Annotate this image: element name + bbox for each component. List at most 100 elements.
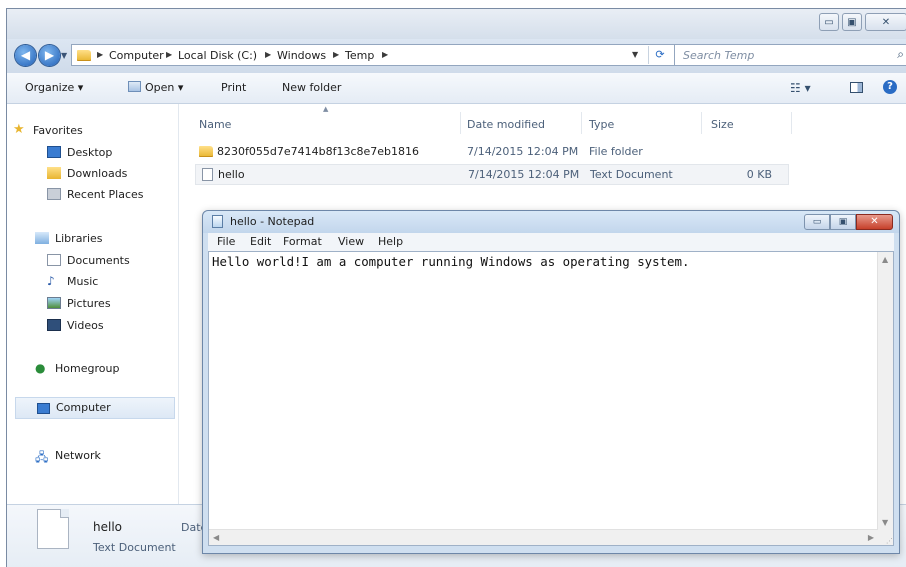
computer-icon bbox=[37, 403, 50, 414]
file-row[interactable]: hello 7/14/2015 12:04 PM Text Document 0… bbox=[195, 164, 789, 185]
breadcrumb-separator-icon[interactable]: ▶ bbox=[333, 50, 339, 59]
sidebar-item-computer[interactable]: Computer bbox=[15, 397, 175, 419]
column-divider[interactable] bbox=[791, 112, 792, 134]
homegroup-icon: ● bbox=[35, 361, 46, 375]
new-folder-button[interactable]: New folder bbox=[282, 81, 341, 94]
search-icon[interactable]: ⌕ bbox=[897, 47, 904, 62]
sidebar-item-label: Homegroup bbox=[55, 362, 120, 375]
sidebar-item-label: Pictures bbox=[67, 297, 111, 310]
pictures-icon bbox=[47, 297, 61, 309]
resize-grip-icon[interactable]: ⋰ bbox=[878, 530, 893, 545]
refresh-icon[interactable]: ⟳ bbox=[648, 46, 671, 64]
menu-file[interactable]: File bbox=[217, 235, 235, 248]
breadcrumb-separator-icon[interactable]: ▶ bbox=[382, 50, 388, 59]
notepad-text-area[interactable]: Hello world!I am a computer running Wind… bbox=[208, 251, 894, 546]
breadcrumb-separator-icon[interactable]: ▶ bbox=[97, 50, 103, 59]
details-file-name: hello bbox=[93, 520, 122, 534]
notepad-vertical-scrollbar[interactable]: ▲ ▼ bbox=[877, 252, 893, 530]
sidebar-item-label: Computer bbox=[56, 401, 111, 414]
scroll-right-icon[interactable]: ▶ bbox=[868, 533, 874, 542]
file-type: Text Document bbox=[590, 168, 673, 181]
column-divider[interactable] bbox=[460, 112, 461, 134]
libraries-icon bbox=[35, 232, 49, 244]
sidebar-item-label: Documents bbox=[67, 254, 130, 267]
column-divider[interactable] bbox=[701, 112, 702, 134]
organize-button[interactable]: Organize ▾ bbox=[25, 81, 83, 94]
sidebar-item-homegroup[interactable]: ● Homegroup bbox=[35, 361, 120, 375]
sidebar-item-recent-places[interactable]: Recent Places bbox=[47, 188, 144, 201]
breadcrumb-computer[interactable]: Computer bbox=[109, 49, 164, 62]
text-document-large-icon bbox=[37, 509, 69, 549]
menu-help[interactable]: Help bbox=[378, 235, 403, 248]
print-button[interactable]: Print bbox=[221, 81, 246, 94]
column-header-date-modified[interactable]: Date modified bbox=[467, 118, 545, 131]
breadcrumb-separator-icon[interactable]: ▶ bbox=[265, 50, 271, 59]
breadcrumb-temp[interactable]: Temp bbox=[345, 49, 374, 62]
sidebar-item-label: Downloads bbox=[67, 167, 128, 180]
breadcrumb-local-disk[interactable]: Local Disk (C:) bbox=[178, 49, 257, 62]
notepad-title: hello - Notepad bbox=[230, 215, 315, 228]
sidebar-group-favorites[interactable]: ★ Favorites bbox=[13, 122, 83, 137]
recent-pages-dropdown-icon[interactable]: ▼ bbox=[61, 51, 67, 60]
back-button[interactable]: ◀ bbox=[15, 45, 36, 66]
file-type: File folder bbox=[589, 145, 643, 158]
explorer-title-bar[interactable]: ▭ ▣ ✕ bbox=[7, 9, 906, 39]
column-divider[interactable] bbox=[581, 112, 582, 134]
scroll-up-icon[interactable]: ▲ bbox=[882, 255, 888, 264]
menu-view[interactable]: View bbox=[338, 235, 364, 248]
notepad-app-icon bbox=[212, 215, 223, 228]
search-input[interactable]: Search Temp bbox=[683, 49, 754, 62]
recent-places-icon bbox=[47, 188, 61, 200]
change-view-icon[interactable]: ☷ ▾ bbox=[790, 81, 811, 95]
column-header-type[interactable]: Type bbox=[589, 118, 614, 131]
forward-arrow-icon: ▶ bbox=[44, 48, 55, 62]
menu-format[interactable]: Format bbox=[283, 235, 322, 248]
file-name: 8230f055d7e7414b8f13c8e7eb1816 bbox=[217, 145, 420, 158]
text-file-icon bbox=[202, 168, 213, 181]
explorer-maximize-button[interactable]: ▣ bbox=[842, 13, 862, 31]
network-icon: 🖧 bbox=[35, 450, 49, 464]
command-bar: Organize ▾ Open ▾ Print New folder ☷ ▾ ? bbox=[7, 73, 906, 104]
open-app-icon bbox=[128, 81, 141, 92]
address-bar[interactable]: ▶ Computer ▶ Local Disk (C:) ▶ Windows ▶… bbox=[71, 44, 676, 66]
navigation-pane: ★ Favorites Desktop Downloads Recent Pla… bbox=[7, 104, 177, 504]
column-header-name[interactable]: Name bbox=[199, 118, 231, 131]
sidebar-item-pictures[interactable]: Pictures bbox=[47, 297, 111, 310]
folder-icon bbox=[77, 50, 91, 61]
notepad-menu-bar: File Edit Format View Help bbox=[208, 233, 894, 251]
sidebar-item-downloads[interactable]: Downloads bbox=[47, 167, 128, 180]
explorer-minimize-button[interactable]: ▭ bbox=[819, 13, 839, 31]
sidebar-item-network[interactable]: 🖧 Network bbox=[35, 449, 101, 464]
explorer-close-button[interactable]: ✕ bbox=[865, 13, 906, 31]
sidebar-group-label: Libraries bbox=[55, 232, 103, 245]
sidebar-item-documents[interactable]: Documents bbox=[47, 254, 130, 267]
menu-edit[interactable]: Edit bbox=[250, 235, 271, 248]
downloads-folder-icon bbox=[47, 167, 61, 179]
notepad-title-bar[interactable]: hello - Notepad ▭ ▣ ✕ bbox=[203, 211, 899, 233]
breadcrumb-separator-icon[interactable]: ▶ bbox=[166, 50, 172, 59]
notepad-close-button[interactable]: ✕ bbox=[856, 214, 893, 230]
help-icon[interactable]: ? bbox=[883, 80, 897, 94]
notepad-window: hello - Notepad ▭ ▣ ✕ File Edit Format V… bbox=[202, 210, 900, 554]
notepad-content[interactable]: Hello world!I am a computer running Wind… bbox=[212, 254, 689, 269]
sidebar-item-music[interactable]: ♪ Music bbox=[47, 274, 98, 288]
notepad-maximize-button[interactable]: ▣ bbox=[830, 214, 856, 230]
search-box[interactable]: Search Temp ⌕ bbox=[674, 44, 906, 66]
folder-icon bbox=[199, 146, 213, 157]
file-row[interactable]: 8230f055d7e7414b8f13c8e7eb1816 7/14/2015… bbox=[195, 142, 789, 162]
sidebar-group-libraries[interactable]: Libraries bbox=[35, 232, 103, 245]
scroll-down-icon[interactable]: ▼ bbox=[882, 518, 888, 527]
notepad-horizontal-scrollbar[interactable]: ◀ ▶ bbox=[209, 529, 878, 545]
scroll-left-icon[interactable]: ◀ bbox=[213, 533, 219, 542]
preview-pane-icon[interactable] bbox=[850, 82, 863, 93]
open-button[interactable]: Open ▾ bbox=[145, 81, 183, 94]
sidebar-item-label: Videos bbox=[67, 319, 104, 332]
breadcrumb-windows[interactable]: Windows bbox=[277, 49, 326, 62]
address-history-dropdown-icon[interactable]: ▼ bbox=[632, 50, 638, 59]
back-arrow-icon: ◀ bbox=[20, 48, 31, 62]
forward-button[interactable]: ▶ bbox=[39, 45, 60, 66]
sidebar-item-desktop[interactable]: Desktop bbox=[47, 146, 112, 159]
column-header-size[interactable]: Size bbox=[711, 118, 734, 131]
notepad-minimize-button[interactable]: ▭ bbox=[804, 214, 830, 230]
sidebar-item-videos[interactable]: Videos bbox=[47, 319, 104, 332]
